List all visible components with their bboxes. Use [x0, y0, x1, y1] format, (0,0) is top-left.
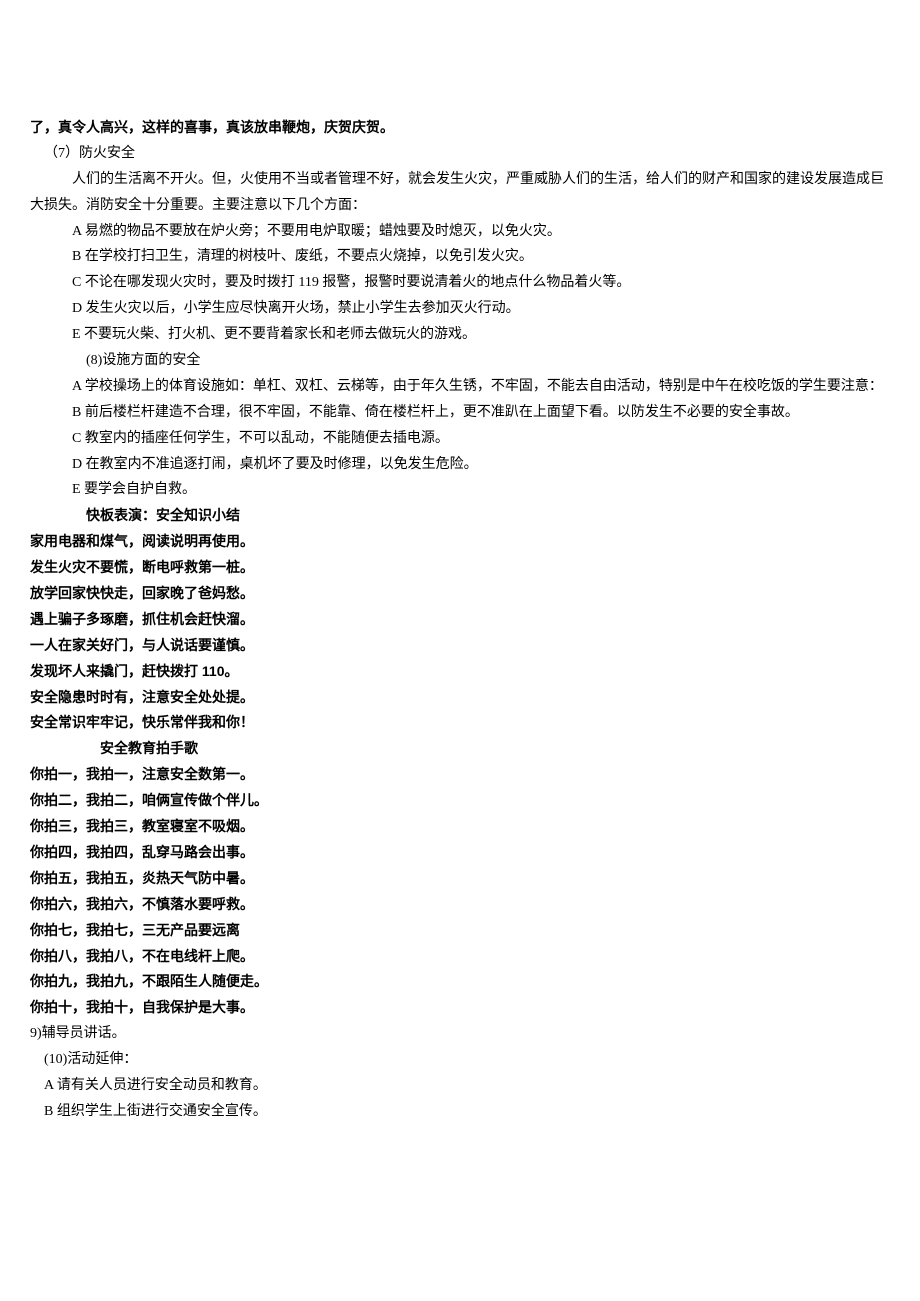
kuaiban-line: 放学回家快快走，回家晚了爸妈愁。 — [30, 581, 890, 607]
section-8-title: (8)设施方面的安全 — [30, 348, 890, 374]
kuaiban-title: 快板表演：安全知识小结 — [30, 503, 890, 529]
paishouge-line: 你拍一，我拍一，注意安全数第一。 — [30, 762, 890, 788]
section-8-item-d: D 在教室内不准追逐打闹，桌机坏了要及时修理，以免发生危险。 — [30, 452, 890, 478]
section-7-title: （7）防火安全 — [30, 141, 890, 167]
section-10-title: (10)活动延伸： — [30, 1047, 890, 1073]
section-8-item-b: B 前后楼栏杆建造不合理，很不牢固，不能靠、倚在楼栏杆上，更不准趴在上面望下看。… — [30, 400, 890, 426]
kuaiban-line: 家用电器和煤气，阅读说明再使用。 — [30, 529, 890, 555]
kuaiban-line: 安全隐患时时有，注意安全处处提。 — [30, 685, 890, 711]
kuaiban-line: 一人在家关好门，与人说话要谨慎。 — [30, 633, 890, 659]
section-9: 9)辅导员讲话。 — [30, 1021, 890, 1047]
paishouge-line: 你拍七，我拍七，三无产品要远离 — [30, 918, 890, 944]
section-7-item-e: E 不要玩火柴、打火机、更不要背着家长和老师去做玩火的游戏。 — [30, 322, 890, 348]
kuaiban-line: 发现坏人来撬门，赶快拨打 110。 — [30, 659, 890, 685]
section-7-item-d: D 发生火灾以后，小学生应尽快离开火场，禁止小学生去参加灭火行动。 — [30, 296, 890, 322]
section-7-item-c: C 不论在哪发现火灾时，要及时拨打 119 报警，报警时要说清着火的地点什么物品… — [30, 270, 890, 296]
paishouge-line: 你拍三，我拍三，教室寝室不吸烟。 — [30, 814, 890, 840]
section-7-paragraph: 人们的生活离不开火。但，火使用不当或者管理不好，就会发生火灾，严重威胁人们的生活… — [30, 167, 890, 219]
paishouge-title: 安全教育拍手歌 — [30, 736, 890, 762]
section-8-item-c: C 教室内的插座任何学生，不可以乱动，不能随便去插电源。 — [30, 426, 890, 452]
section-10-item-b: B 组织学生上街进行交通安全宣传。 — [30, 1099, 890, 1125]
kuaiban-line: 遇上骗子多琢磨，抓住机会赶快溜。 — [30, 607, 890, 633]
section-7-item-a: A 易燃的物品不要放在炉火旁；不要用电炉取暖；蜡烛要及时熄灭，以免火灾。 — [30, 219, 890, 245]
paishouge-line: 你拍二，我拍二，咱俩宣传做个伴儿。 — [30, 788, 890, 814]
kuaiban-line: 发生火灾不要慌，断电呼救第一桩。 — [30, 555, 890, 581]
section-10-item-a: A 请有关人员进行安全动员和教育。 — [30, 1073, 890, 1099]
intro-continuation: 了，真令人高兴，这样的喜事，真该放串鞭炮，庆贺庆贺。 — [30, 115, 890, 141]
paishouge-line: 你拍六，我拍六，不慎落水要呼救。 — [30, 892, 890, 918]
section-7-item-b: B 在学校打扫卫生，清理的树枝叶、废纸，不要点火烧掉，以免引发火灾。 — [30, 244, 890, 270]
paishouge-line: 你拍四，我拍四，乱穿马路会出事。 — [30, 840, 890, 866]
paishouge-line: 你拍十，我拍十，自我保护是大事。 — [30, 995, 890, 1021]
kuaiban-line: 安全常识牢牢记，快乐常伴我和你！ — [30, 710, 890, 736]
paishouge-line: 你拍九，我拍九，不跟陌生人随便走。 — [30, 969, 890, 995]
paishouge-line: 你拍五，我拍五，炎热天气防中暑。 — [30, 866, 890, 892]
section-8-item-e: E 要学会自护自救。 — [30, 477, 890, 503]
paishouge-line: 你拍八，我拍八，不在电线杆上爬。 — [30, 944, 890, 970]
section-8-item-a: A 学校操场上的体育设施如：单杠、双杠、云梯等，由于年久生锈，不牢固，不能去自由… — [30, 374, 890, 400]
